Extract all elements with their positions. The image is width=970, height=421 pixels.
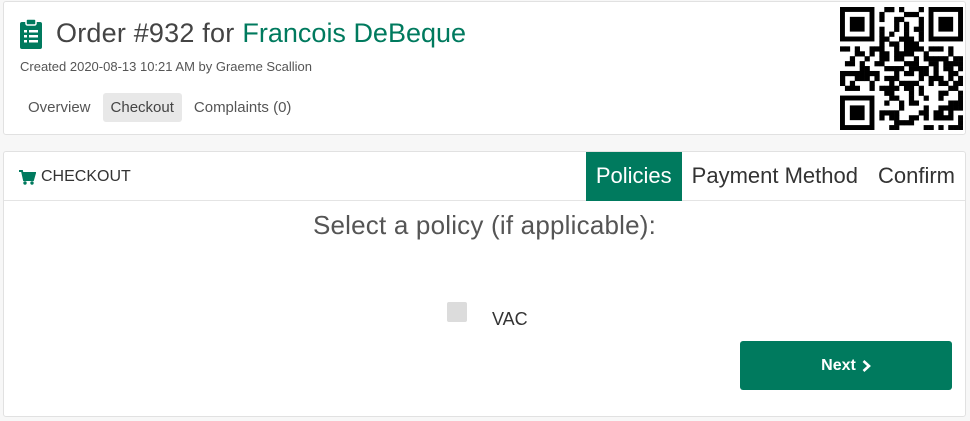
- checkout-label-text: CHECKOUT: [41, 168, 131, 185]
- step-payment-method[interactable]: Payment Method: [682, 152, 868, 201]
- step-policies[interactable]: Policies: [585, 152, 682, 201]
- tab-complaints[interactable]: Complaints (0): [186, 93, 300, 122]
- checkout-steps: Policies Payment Method Confirm: [585, 152, 965, 201]
- order-title: Order #932 for: [56, 18, 235, 48]
- policy-label: VAC: [492, 309, 528, 329]
- policy-option-vac[interactable]: VAC: [447, 293, 528, 330]
- policy-prompt: Select a policy (if applicable):: [312, 210, 657, 240]
- chevron-right-icon: [862, 359, 871, 372]
- customer-name-link[interactable]: Francois DeBeque: [242, 18, 466, 49]
- clipboard-icon: [20, 18, 42, 49]
- checkout-card: CHECKOUT Policies Payment Method Confirm…: [3, 151, 966, 417]
- step-confirm[interactable]: Confirm: [868, 152, 965, 201]
- created-info: Created 2020-08-13 10:21 AM by Graeme Sc…: [20, 59, 312, 74]
- policy-checkbox[interactable]: [447, 301, 467, 322]
- checkout-header: CHECKOUT Policies Payment Method Confirm: [4, 152, 965, 201]
- tab-overview[interactable]: Overview: [20, 93, 99, 122]
- checkout-section-label: CHECKOUT: [19, 168, 131, 186]
- order-header-card: Order #932 for Francois DeBeque Created …: [3, 1, 966, 135]
- next-label: Next: [821, 356, 856, 374]
- qr-code: [840, 7, 963, 130]
- page-title: Order #932 for Francois DeBeque: [20, 18, 466, 49]
- order-tabs: Overview Checkout Complaints (0): [20, 93, 299, 122]
- tab-checkout[interactable]: Checkout: [102, 93, 182, 122]
- cart-icon: [19, 169, 36, 185]
- next-button[interactable]: Next: [740, 341, 952, 390]
